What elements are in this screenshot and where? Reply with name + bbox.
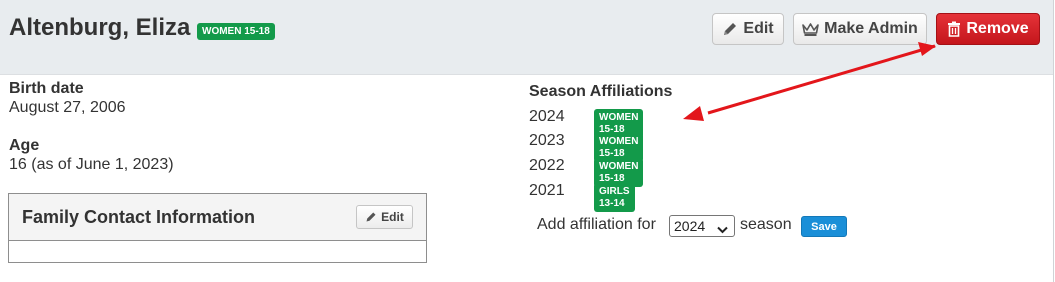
player-name: Altenburg, Eliza bbox=[9, 14, 191, 41]
save-button[interactable]: Save bbox=[801, 216, 847, 237]
annotation-arrowhead-left bbox=[683, 106, 704, 121]
chevron-down-icon bbox=[717, 221, 728, 237]
season-year: 2021 bbox=[529, 182, 565, 199]
edit-button-label: Edit bbox=[743, 20, 774, 37]
trash-icon bbox=[947, 21, 961, 37]
add-affiliation-label: Add affiliation for bbox=[537, 216, 656, 233]
remove-button-label: Remove bbox=[966, 20, 1029, 37]
family-contact-panel: Family Contact Information Edit bbox=[8, 193, 427, 263]
family-contact-edit-label: Edit bbox=[381, 210, 404, 224]
season-affiliations-title: Season Affiliations bbox=[529, 83, 673, 100]
family-contact-edit-button[interactable]: Edit bbox=[356, 205, 413, 229]
season-year: 2023 bbox=[529, 132, 565, 149]
birth-date-label: Birth date bbox=[9, 80, 84, 97]
season-year: 2022 bbox=[529, 157, 565, 174]
age-value: 16 (as of June 1, 2023) bbox=[9, 156, 174, 173]
make-admin-button-label: Make Admin bbox=[824, 20, 918, 37]
birth-date-value: August 27, 2006 bbox=[9, 99, 126, 116]
crown-icon bbox=[802, 22, 819, 37]
season-select[interactable]: 2024 bbox=[669, 215, 735, 237]
content-right-border bbox=[1053, 74, 1054, 282]
family-contact-panel-header: Family Contact Information Edit bbox=[9, 194, 426, 241]
pencil-icon bbox=[365, 211, 377, 223]
edit-button[interactable]: Edit bbox=[712, 13, 784, 45]
family-contact-title: Family Contact Information bbox=[22, 207, 256, 227]
season-select-value: 2024 bbox=[674, 218, 706, 234]
season-suffix-label: season bbox=[740, 216, 792, 233]
season-badge: GIRLS 13-14 bbox=[594, 183, 635, 212]
pencil-icon bbox=[722, 21, 738, 37]
remove-button[interactable]: Remove bbox=[936, 13, 1040, 45]
age-label: Age bbox=[9, 137, 40, 154]
player-affiliation-badge: WOMEN 15-18 bbox=[197, 23, 275, 40]
season-year: 2024 bbox=[529, 108, 565, 125]
player-header: Altenburg, Eliza WOMEN 15-18 Edit Make A… bbox=[0, 0, 1054, 75]
make-admin-button[interactable]: Make Admin bbox=[793, 13, 927, 45]
